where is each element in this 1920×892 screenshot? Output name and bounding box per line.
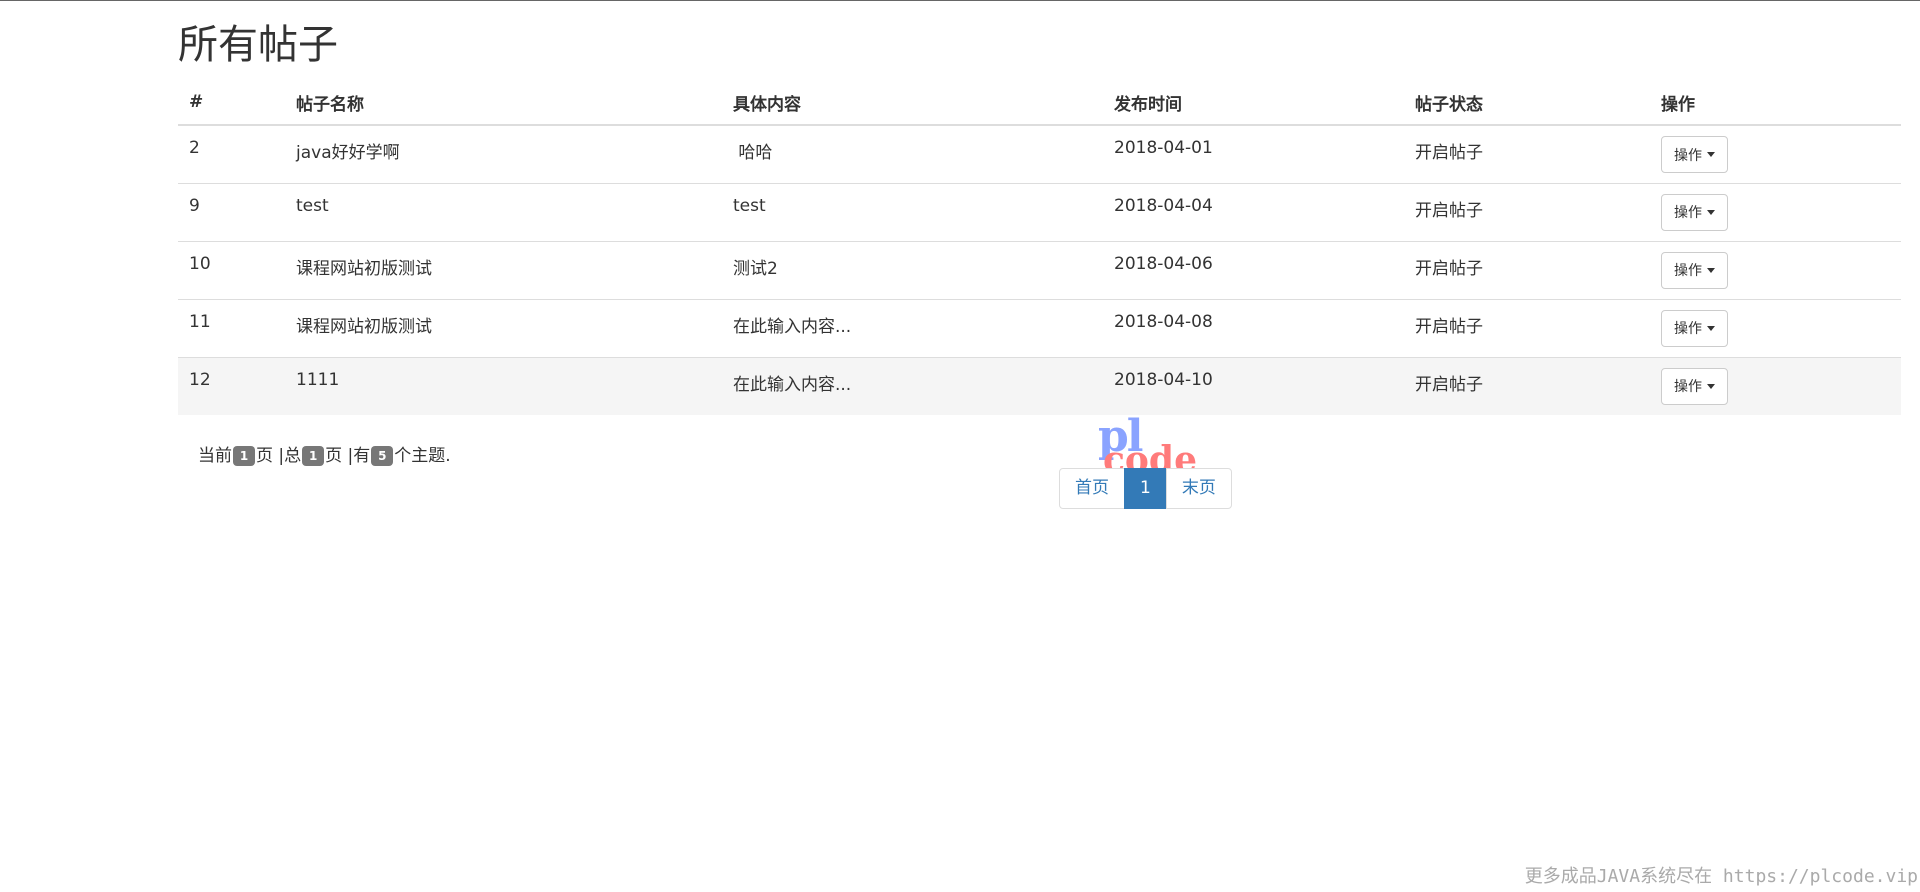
cell-status: 开启帖子 [1404, 124, 1650, 183]
header-date: 发布时间 [1103, 80, 1404, 126]
footer-watermark: 更多成品JAVA系统尽在 https://plcode.vip [1524, 866, 1918, 887]
header-content: 具体内容 [722, 80, 1103, 126]
cell-action: 操作 [1650, 240, 1901, 299]
cell-action: 操作 [1650, 182, 1901, 241]
cell-id: 9 [178, 182, 285, 241]
cell-date: 2018-04-04 [1103, 182, 1404, 241]
page-title: 所有帖子 [178, 22, 338, 68]
cell-content: 在此输入内容... [722, 298, 1103, 357]
page-info-text: 页 |有 [325, 446, 371, 466]
total-pages-badge: 1 [302, 446, 325, 466]
cell-date: 2018-04-08 [1103, 298, 1404, 357]
cell-date: 2018-04-01 [1103, 124, 1404, 183]
cell-date: 2018-04-10 [1103, 356, 1404, 415]
table-row: 10 课程网站初版测试 测试2 2018-04-06 开启帖子 操作 [178, 240, 1901, 299]
cell-content: 测试2 [722, 240, 1103, 299]
current-page-badge: 1 [233, 446, 255, 466]
page-info-text: 个主题. [394, 446, 451, 466]
topic-count-badge: 5 [371, 446, 394, 466]
action-label: 操作 [1674, 321, 1702, 337]
table-row: 9 test test 2018-04-04 开启帖子 操作 [178, 182, 1901, 241]
caret-down-icon [1707, 267, 1715, 273]
cell-id: 2 [178, 124, 285, 183]
last-page-link[interactable]: 末页 [1165, 468, 1232, 509]
cell-status: 开启帖子 [1404, 182, 1650, 241]
action-label: 操作 [1674, 147, 1702, 164]
table-header-row: # 帖子名称 具体内容 发布时间 帖子状态 操作 [178, 80, 1901, 126]
action-label: 操作 [1674, 205, 1702, 221]
header-status: 帖子状态 [1404, 80, 1650, 126]
cell-action: 操作 [1650, 356, 1901, 415]
cell-content: 哈哈 [722, 124, 1103, 183]
page-link-current[interactable]: 1 [1124, 468, 1167, 509]
action-label: 操作 [1674, 263, 1702, 279]
action-dropdown-button[interactable]: 操作 [1661, 193, 1728, 231]
pagination: 首页 1 末页 [1059, 468, 1232, 509]
action-label: 操作 [1674, 379, 1702, 395]
caret-down-icon [1707, 325, 1715, 331]
cell-name: test [285, 182, 722, 241]
action-dropdown-button[interactable]: 操作 [1661, 251, 1728, 289]
caret-down-icon [1707, 152, 1715, 157]
cell-name: 课程网站初版测试 [285, 240, 722, 299]
top-border [0, 0, 1920, 1]
cell-id: 11 [178, 298, 285, 357]
caret-down-icon [1707, 209, 1715, 215]
action-dropdown-button[interactable]: 操作 [1661, 309, 1728, 347]
posts-table: # 帖子名称 具体内容 发布时间 帖子状态 操作 2 java好好学啊 哈哈 2… [178, 80, 1901, 415]
action-dropdown-button[interactable]: 操作 [1661, 367, 1728, 405]
cell-id: 12 [178, 356, 285, 415]
cell-id: 10 [178, 240, 285, 299]
table-row: 11 课程网站初版测试 在此输入内容... 2018-04-08 开启帖子 操作 [178, 298, 1901, 357]
header-id: # [178, 80, 285, 126]
cell-name: java好好学啊 [285, 124, 722, 183]
page-info: 当前 1 页 |总 1 页 |有 5 个主题. [198, 444, 451, 468]
cell-content: test [722, 182, 1103, 241]
cell-name: 课程网站初版测试 [285, 298, 722, 357]
action-dropdown-button[interactable]: 操作 [1661, 136, 1728, 173]
cell-action: 操作 [1650, 298, 1901, 357]
cell-status: 开启帖子 [1404, 356, 1650, 415]
header-action: 操作 [1650, 80, 1901, 126]
page-info-text: 页 |总 [256, 446, 302, 466]
cell-name: 1111 [285, 356, 722, 415]
cell-status: 开启帖子 [1404, 240, 1650, 299]
first-page-link[interactable]: 首页 [1059, 468, 1125, 509]
header-name: 帖子名称 [285, 80, 722, 126]
page-info-text: 当前 [198, 446, 232, 466]
caret-down-icon [1707, 383, 1715, 389]
cell-action: 操作 [1650, 124, 1901, 183]
table-row: 12 1111 在此输入内容... 2018-04-10 开启帖子 操作 [178, 356, 1901, 415]
cell-date: 2018-04-06 [1103, 240, 1404, 299]
cell-status: 开启帖子 [1404, 298, 1650, 357]
table-row: 2 java好好学啊 哈哈 2018-04-01 开启帖子 操作 [178, 124, 1901, 183]
cell-content: 在此输入内容... [722, 356, 1103, 415]
